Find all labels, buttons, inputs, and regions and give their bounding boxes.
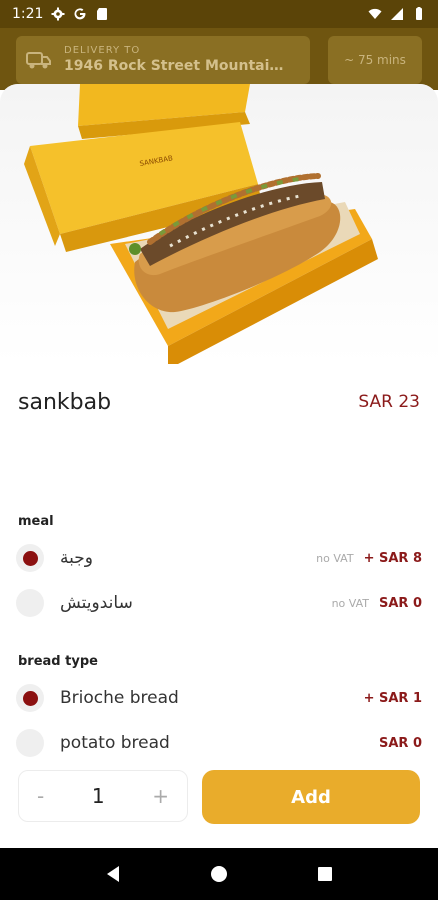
section-title-bread-type: bread type <box>18 654 98 669</box>
system-nav-bar <box>0 848 438 900</box>
product-price: SAR 23 <box>358 392 420 412</box>
back-icon[interactable] <box>103 864 123 884</box>
option-price: SAR 0 <box>378 595 422 611</box>
eta-badge: ~ 75 mins <box>328 36 422 84</box>
product-image: SANKBAB <box>0 84 438 364</box>
home-icon[interactable] <box>209 864 229 884</box>
add-to-cart-button[interactable]: Add <box>202 770 420 824</box>
section-title-meal: meal <box>18 514 54 529</box>
gear-icon <box>51 7 65 21</box>
quantity-value: 1 <box>91 784 105 808</box>
option-potato-bread[interactable]: potato bread SAR 0 <box>16 726 422 760</box>
recents-icon[interactable] <box>315 864 335 884</box>
sd-card-icon <box>97 8 108 20</box>
option-meal-sandwich[interactable]: ساندويتش no VAT SAR 0 <box>16 586 422 620</box>
radio-selected-dot <box>22 550 38 566</box>
delivery-truck-icon <box>26 52 51 69</box>
g-icon <box>74 8 86 20</box>
wifi-icon <box>368 8 382 19</box>
battery-icon <box>416 7 422 20</box>
signal-icon <box>391 8 403 20</box>
option-brioche-bread[interactable]: Brioche bread + SAR 1 <box>16 681 422 715</box>
option-label: ساندويتش <box>60 593 133 613</box>
app-header: DELIVERY TO 1946 Rock Street Mountain ..… <box>0 28 438 90</box>
status-bar: 1:21 <box>0 0 438 28</box>
delivery-label: DELIVERY TO <box>64 45 141 56</box>
product-sheet: SANKBAB sankbab SAR 23 meal وجبة no VAT <box>0 84 438 848</box>
product-header: sankbab SAR 23 <box>18 390 420 415</box>
option-price: + SAR 1 <box>363 690 422 706</box>
delivery-address: 1946 Rock Street Mountain ... <box>64 57 289 74</box>
vat-note: no VAT <box>331 596 369 610</box>
product-name: sankbab <box>18 390 112 415</box>
option-meal-combo[interactable]: وجبة no VAT + SAR 8 <box>16 541 422 575</box>
radio-button[interactable] <box>16 589 44 617</box>
option-label: potato bread <box>60 733 170 753</box>
vat-note: no VAT <box>316 551 354 565</box>
clock: 1:21 <box>12 6 44 22</box>
decrement-button[interactable]: - <box>37 784 44 808</box>
radio-button[interactable] <box>16 729 44 757</box>
radio-button[interactable] <box>16 684 44 712</box>
option-label: وجبة <box>60 548 93 568</box>
increment-button[interactable]: + <box>152 784 169 808</box>
delivery-location-button[interactable]: DELIVERY TO 1946 Rock Street Mountain ..… <box>16 36 310 84</box>
option-price: + SAR 8 <box>363 550 422 566</box>
option-label: Brioche bread <box>60 688 179 708</box>
radio-button[interactable] <box>16 544 44 572</box>
radio-selected-dot <box>22 690 38 706</box>
option-price: SAR 0 <box>378 735 422 751</box>
quantity-stepper: - 1 + <box>18 770 188 822</box>
